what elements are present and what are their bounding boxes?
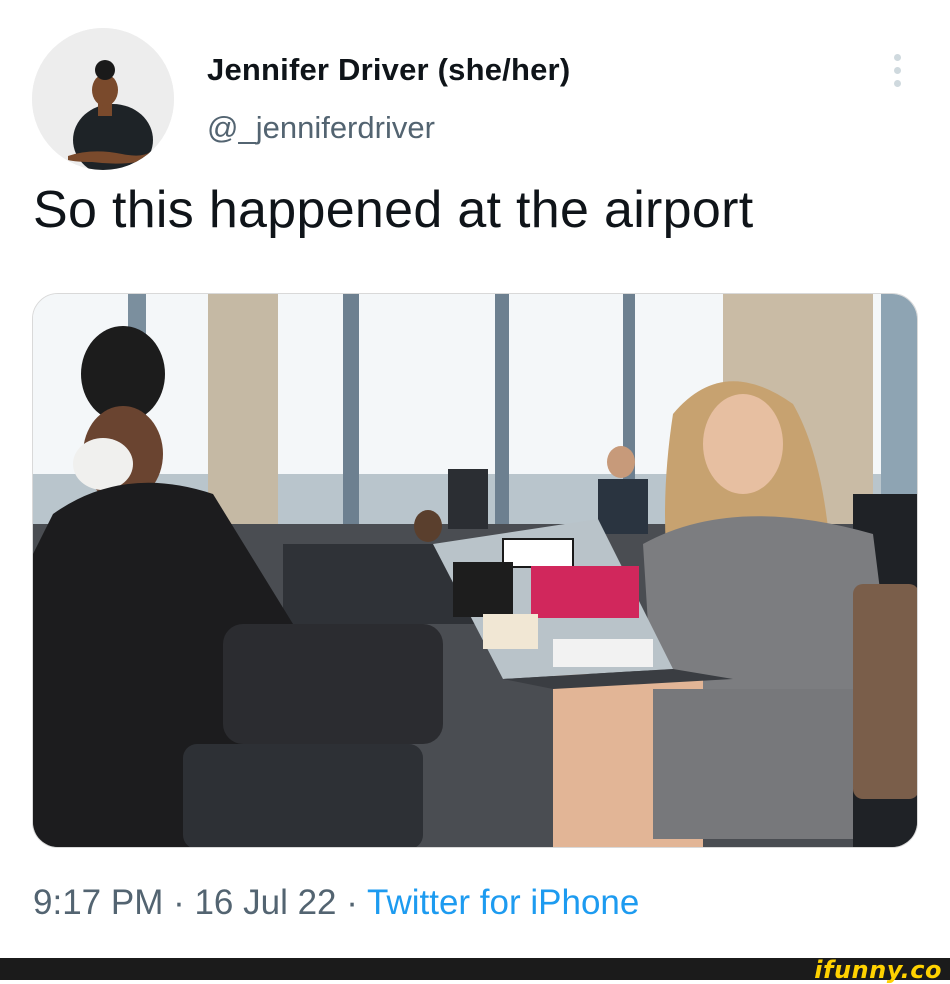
avatar-image <box>32 28 174 170</box>
meta-separator: · <box>163 883 195 922</box>
user-handle[interactable]: @_jenniferdriver <box>207 110 435 146</box>
meta-separator: · <box>336 883 368 922</box>
tweet-date: 16 Jul 22 <box>194 883 337 922</box>
tweet-meta: 9:17 PM · 16 Jul 22 · Twitter for iPhone <box>33 883 639 923</box>
watermark-bar <box>0 958 950 980</box>
tweet-text: So this happened at the airport <box>33 181 754 239</box>
display-name[interactable]: Jennifer Driver (she/her) <box>207 52 570 88</box>
tweet-photo[interactable] <box>32 293 918 848</box>
airport-photo <box>33 294 917 847</box>
more-vertical-icon[interactable] <box>882 50 912 90</box>
tweet-source-link[interactable]: Twitter for iPhone <box>367 883 639 922</box>
avatar[interactable] <box>32 28 174 170</box>
tweet-time: 9:17 PM <box>33 883 164 922</box>
